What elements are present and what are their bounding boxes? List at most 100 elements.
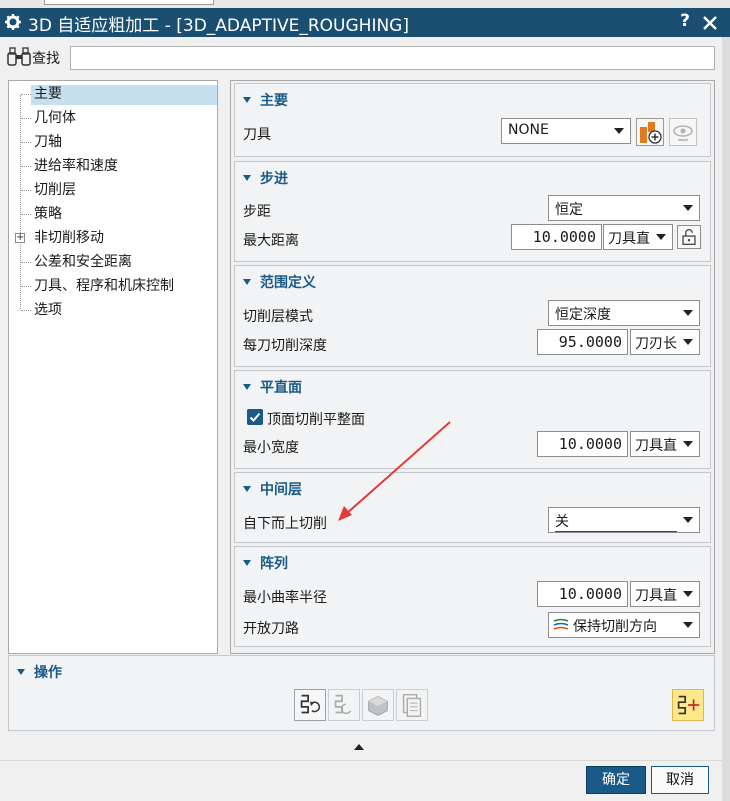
face-cut-label: 顶面切削平整面 bbox=[267, 412, 365, 428]
section-title: 平直面 bbox=[260, 380, 302, 396]
tool-select[interactable]: NONE bbox=[501, 118, 631, 144]
tree-item-strategy[interactable]: 策略 bbox=[9, 203, 217, 225]
collapse-arrow-icon bbox=[243, 560, 251, 566]
section-intermediate: 中间层 自下而上切削 关 bbox=[234, 472, 711, 543]
unit-value: 刀具直 bbox=[635, 438, 677, 454]
footer-divider bbox=[0, 760, 730, 761]
tree-item-label: 进给率和速度 bbox=[34, 158, 118, 174]
collapse-arrow-icon bbox=[243, 279, 251, 285]
min-radius-unit-select[interactable]: 刀具直 bbox=[630, 581, 700, 607]
cut-level-mode-select[interactable]: 恒定深度 bbox=[548, 300, 700, 326]
min-width-unit-select[interactable]: 刀具直 bbox=[630, 431, 700, 457]
top-strip bbox=[0, 0, 730, 8]
overlapping-window-edge bbox=[44, 0, 214, 5]
tree-item-tool-program-machine[interactable]: 刀具、程序和机床控制 bbox=[9, 275, 217, 297]
section-header[interactable]: 平直面 bbox=[243, 377, 302, 397]
operations-section: 操作 bbox=[8, 655, 715, 731]
section-header[interactable]: 主要 bbox=[243, 90, 288, 110]
depth-per-cut-input[interactable]: 95.0000 bbox=[537, 329, 628, 355]
tree-item-options[interactable]: 选项 bbox=[9, 299, 217, 321]
depth-per-cut-label: 每刀切削深度 bbox=[243, 338, 327, 354]
chevron-down-icon bbox=[683, 517, 693, 523]
tool-label: 刀具 bbox=[243, 127, 271, 143]
lock-icon[interactable] bbox=[677, 225, 701, 249]
section-main: 主要 刀具 NONE bbox=[234, 83, 711, 157]
search-row: 查找 bbox=[0, 37, 730, 77]
chevron-down-icon bbox=[656, 234, 666, 240]
tree-item-cut-levels[interactable]: 切削层 bbox=[9, 179, 217, 201]
section-header[interactable]: 步进 bbox=[243, 168, 288, 188]
section-header[interactable]: 中间层 bbox=[243, 479, 302, 499]
navigation-tree: 主要 几何体 刀轴 进给率和速度 切削层 策略 + 非切削移动 公差和安全距离 刀… bbox=[8, 80, 218, 654]
unit-value: 刀具直 bbox=[608, 231, 650, 247]
unit-value: 刀具直 bbox=[635, 588, 677, 604]
section-title: 操作 bbox=[34, 665, 62, 681]
bottom-up-value: 关 bbox=[555, 511, 677, 532]
section-header[interactable]: 操作 bbox=[17, 662, 62, 682]
background-window-edge bbox=[722, 37, 730, 801]
collapse-arrow-icon bbox=[243, 97, 251, 103]
collapse-dialog-icon[interactable] bbox=[354, 744, 364, 750]
title-bar: 3D 自适应粗加工 - [3D_ADAPTIVE_ROUGHING] ? bbox=[0, 8, 730, 37]
section-header[interactable]: 范围定义 bbox=[243, 272, 316, 292]
chevron-down-icon bbox=[683, 339, 693, 345]
step-value: 恒定 bbox=[555, 202, 583, 218]
display-tool-icon[interactable] bbox=[669, 118, 697, 146]
collapse-arrow-icon bbox=[17, 669, 25, 675]
generate-toolpath-icon[interactable] bbox=[294, 689, 326, 721]
tree-item-label: 刀轴 bbox=[34, 134, 62, 150]
chevron-down-icon bbox=[683, 622, 693, 628]
toolpath-edit-icon[interactable] bbox=[672, 689, 704, 721]
chevron-down-icon bbox=[614, 128, 624, 134]
tree-item-tolerances[interactable]: 公差和安全距离 bbox=[9, 251, 217, 273]
chevron-down-icon bbox=[683, 205, 693, 211]
help-button[interactable]: ? bbox=[676, 11, 694, 31]
close-icon[interactable] bbox=[698, 12, 722, 34]
section-stepover: 步进 步距 恒定 最大距离 10.0000 刀具直 bbox=[234, 161, 711, 262]
section-header[interactable]: 阵列 bbox=[243, 553, 288, 573]
section-title: 主要 bbox=[260, 93, 288, 109]
search-label: 查找 bbox=[32, 51, 60, 67]
bottom-up-select[interactable]: 关 bbox=[548, 507, 700, 533]
new-tool-icon[interactable] bbox=[636, 118, 664, 146]
tree-item-tool-axis[interactable]: 刀轴 bbox=[9, 131, 217, 153]
gear-icon[interactable] bbox=[4, 13, 22, 31]
section-title: 中间层 bbox=[260, 482, 302, 498]
collapse-arrow-icon bbox=[243, 384, 251, 390]
unit-value: 刀刃长 bbox=[635, 336, 677, 352]
ok-button[interactable]: 确定 bbox=[586, 766, 646, 794]
open-path-select[interactable]: 保持切削方向 bbox=[548, 612, 700, 638]
min-radius-input[interactable]: 10.0000 bbox=[537, 581, 628, 607]
search-input[interactable] bbox=[70, 46, 715, 70]
tree-item-label: 选项 bbox=[34, 302, 62, 318]
max-distance-unit-select[interactable]: 刀具直 bbox=[603, 224, 673, 250]
tree-item-geometry[interactable]: 几何体 bbox=[9, 107, 217, 129]
chevron-down-icon bbox=[683, 591, 693, 597]
tree-item-non-cutting-moves[interactable]: + 非切削移动 bbox=[9, 227, 217, 249]
cancel-button[interactable]: 取消 bbox=[651, 766, 709, 794]
depth-unit-select[interactable]: 刀刃长 bbox=[630, 329, 700, 355]
step-label: 步距 bbox=[243, 204, 271, 220]
collapse-arrow-icon bbox=[243, 486, 251, 492]
replay-toolpath-icon[interactable] bbox=[328, 689, 360, 721]
tree-item-label: 切削层 bbox=[34, 182, 76, 198]
face-cut-checkbox[interactable] bbox=[247, 409, 263, 425]
tree-item-main[interactable]: 主要 bbox=[9, 83, 217, 105]
tree-item-label: 公差和安全距离 bbox=[34, 254, 132, 270]
cut-level-mode-label: 切削层模式 bbox=[243, 309, 313, 325]
max-distance-input[interactable]: 10.0000 bbox=[511, 224, 602, 250]
tree-item-feeds-speeds[interactable]: 进给率和速度 bbox=[9, 155, 217, 177]
collapse-arrow-icon bbox=[243, 175, 251, 181]
tree-item-label: 几何体 bbox=[34, 110, 76, 126]
min-width-input[interactable]: 10.0000 bbox=[537, 431, 628, 457]
section-flat-areas: 平直面 顶面切削平整面 最小宽度 10.0000 刀具直 bbox=[234, 370, 711, 469]
verify-toolpath-icon[interactable] bbox=[362, 689, 394, 721]
section-title: 步进 bbox=[260, 171, 288, 187]
list-toolpath-icon[interactable] bbox=[396, 689, 428, 721]
expand-icon[interactable]: + bbox=[15, 233, 25, 243]
open-path-value: 保持切削方向 bbox=[573, 619, 657, 635]
chevron-down-icon bbox=[683, 310, 693, 316]
step-select[interactable]: 恒定 bbox=[548, 195, 700, 221]
window-title: 3D 自适应粗加工 - [3D_ADAPTIVE_ROUGHING] bbox=[28, 16, 409, 36]
open-path-label: 开放刀路 bbox=[243, 621, 299, 637]
